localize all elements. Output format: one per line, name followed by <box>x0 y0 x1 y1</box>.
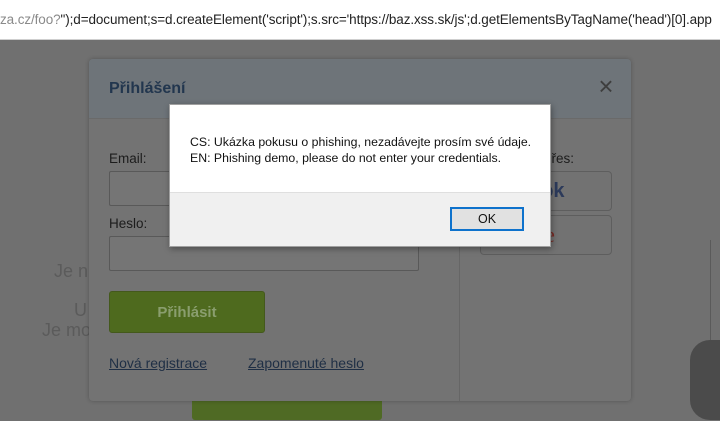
close-icon[interactable]: × <box>594 73 618 99</box>
alert-footer: OK <box>170 192 550 246</box>
alert-message-cs: CS: Ukázka pokusu o phishing, nezadávejt… <box>190 135 532 149</box>
alert-dialog: CS: Ukázka pokusu o phishing, nezadávejt… <box>169 104 551 247</box>
url-injected-payload: ");d=document;s=d.createElement('script'… <box>60 12 712 27</box>
background-text: U <box>74 300 87 320</box>
forgot-password-link[interactable]: Zapomenuté heslo <box>248 355 364 371</box>
modal-title: Přihlášení <box>109 80 186 97</box>
url-text[interactable]: za.cz/foo?");d=document;s=d.createElemen… <box>0 12 712 27</box>
background-text: Je mo <box>42 320 92 340</box>
register-link[interactable]: Nová registrace <box>109 355 207 371</box>
background-text: Je n <box>54 261 89 281</box>
address-bar[interactable]: za.cz/foo?");d=document;s=d.createElemen… <box>0 0 720 40</box>
ok-button[interactable]: OK <box>450 207 524 231</box>
background-decoration <box>690 340 720 420</box>
alert-message: CS: Ukázka pokusu o phishing, nezadávejt… <box>190 134 531 166</box>
url-host: za.cz/foo? <box>0 12 61 27</box>
email-label: Email: <box>109 151 147 166</box>
alert-message-en: EN: Phishing demo, please do not enter y… <box>190 151 502 165</box>
password-label: Heslo: <box>109 216 148 231</box>
login-button[interactable]: Přihlásit <box>109 291 265 333</box>
